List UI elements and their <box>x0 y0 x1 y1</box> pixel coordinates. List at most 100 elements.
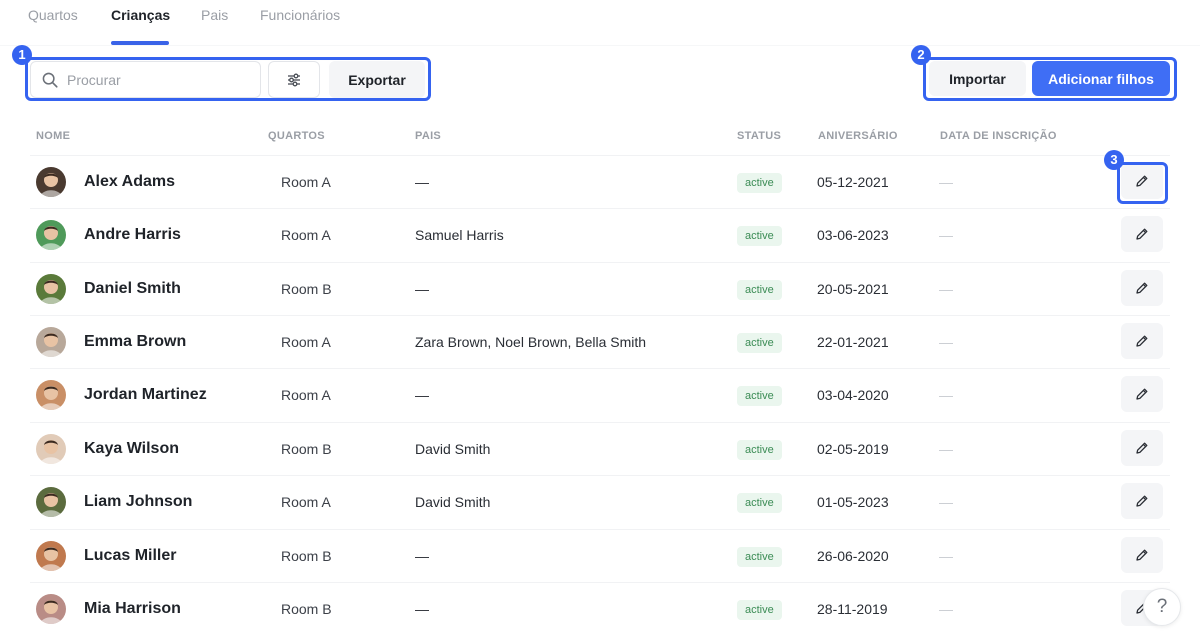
row-divider <box>30 315 1170 316</box>
column-header-enrollment[interactable]: DATA DE INSCRIÇÃO <box>940 130 1057 142</box>
table-row[interactable]: Jordan Martinez Room A — active 03-04-2020 — <box>0 368 1200 421</box>
status-badge: active <box>737 440 782 460</box>
avatar <box>36 487 66 517</box>
table-row[interactable]: Alex Adams Room A — active 05-12-2021 — <box>0 155 1200 208</box>
room-cell: Room B <box>281 601 332 617</box>
column-header-status[interactable]: STATUS <box>737 130 781 142</box>
status-badge: active <box>737 386 782 406</box>
tab-quartos[interactable]: Quartos <box>28 7 78 23</box>
birthday-cell: 26-06-2020 <box>817 548 889 564</box>
row-divider <box>30 208 1170 209</box>
parents-cell: — <box>415 281 429 297</box>
room-cell: Room A <box>281 387 331 403</box>
birthday-cell: 02-05-2019 <box>817 441 889 457</box>
child-name: Liam Johnson <box>84 493 193 510</box>
import-button[interactable]: Importar <box>929 61 1026 96</box>
annotation-badge-3: 3 <box>1104 150 1124 170</box>
enrollment-date-cell: — <box>939 281 953 297</box>
column-header-parents[interactable]: PAIS <box>415 130 441 142</box>
parents-cell: — <box>415 601 429 617</box>
edit-button[interactable] <box>1121 430 1163 466</box>
avatar <box>36 541 66 571</box>
tab-bar: Quartos Crianças Pais Funcionários <box>0 0 1200 46</box>
status-badge: active <box>737 280 782 300</box>
edit-button[interactable] <box>1121 376 1163 412</box>
pencil-icon <box>1136 335 1148 347</box>
edit-button[interactable] <box>1121 270 1163 306</box>
enrollment-date-cell: — <box>939 174 953 190</box>
row-divider <box>30 582 1170 583</box>
child-name: Jordan Martinez <box>84 386 207 403</box>
add-children-button[interactable]: Adicionar filhos <box>1032 61 1170 96</box>
table-row[interactable]: Lucas Miller Room B — active 26-06-2020 — <box>0 529 1200 582</box>
enrollment-date-cell: — <box>939 548 953 564</box>
row-divider <box>30 422 1170 423</box>
child-name: Emma Brown <box>84 333 187 350</box>
child-name: Daniel Smith <box>84 280 181 297</box>
edit-button[interactable] <box>1121 216 1163 252</box>
enrollment-date-cell: — <box>939 334 953 350</box>
column-header-rooms[interactable]: QUARTOS <box>268 130 325 142</box>
avatar <box>36 274 66 304</box>
table-row[interactable]: Daniel Smith Room B — active 20-05-2021 — <box>0 262 1200 315</box>
child-name: Alex Adams <box>84 173 175 190</box>
status-badge: active <box>737 547 782 567</box>
filter-button[interactable] <box>268 61 320 98</box>
child-name: Kaya Wilson <box>84 440 179 457</box>
tab-divider <box>0 45 1200 46</box>
parents-cell: — <box>415 548 429 564</box>
birthday-cell: 22-01-2021 <box>817 334 889 350</box>
export-button[interactable]: Exportar <box>329 61 425 98</box>
tab-funcionarios[interactable]: Funcionários <box>260 7 340 23</box>
table-row[interactable]: Kaya Wilson Room B David Smith active 02-05-… <box>0 422 1200 475</box>
search-box[interactable] <box>30 61 261 98</box>
row-divider <box>30 155 1170 156</box>
room-cell: Room B <box>281 281 332 297</box>
search-input[interactable] <box>67 62 257 97</box>
parents-cell: David Smith <box>415 494 491 510</box>
avatar <box>36 220 66 250</box>
help-button[interactable]: ? <box>1143 588 1181 626</box>
enrollment-date-cell: — <box>939 227 953 243</box>
table-row[interactable]: Liam Johnson Room A David Smith active 01-05… <box>0 475 1200 528</box>
birthday-cell: 01-05-2023 <box>817 494 889 510</box>
child-name: Andre Harris <box>84 226 181 243</box>
enrollment-date-cell: — <box>939 441 953 457</box>
parents-cell: David Smith <box>415 441 491 457</box>
room-cell: Room A <box>281 174 331 190</box>
edit-button[interactable] <box>1121 537 1163 573</box>
birthday-cell: 05-12-2021 <box>817 174 889 190</box>
avatar <box>36 167 66 197</box>
birthday-cell: 03-06-2023 <box>817 227 889 243</box>
pencil-icon <box>1136 442 1148 454</box>
row-divider <box>30 475 1170 476</box>
column-header-birthday[interactable]: ANIVERSÁRIO <box>818 130 898 142</box>
row-divider <box>30 368 1170 369</box>
child-name: Mia Harrison <box>84 600 181 617</box>
column-header-name[interactable]: NOME <box>36 130 70 142</box>
avatar <box>36 327 66 357</box>
pencil-icon <box>1136 549 1148 561</box>
avatar <box>36 594 66 624</box>
edit-button[interactable] <box>1121 323 1163 359</box>
birthday-cell: 20-05-2021 <box>817 281 889 297</box>
edit-button[interactable] <box>1121 483 1163 519</box>
child-name: Lucas Miller <box>84 547 177 564</box>
birthday-cell: 28-11-2019 <box>817 601 888 617</box>
annotation-badge-2: 2 <box>911 45 931 65</box>
table-row[interactable]: Mia Harrison Room B — active 28-11-2019 — <box>0 582 1200 635</box>
table-row[interactable]: Emma Brown Room A Zara Brown, Noel Brown, … <box>0 315 1200 368</box>
row-divider <box>30 262 1170 263</box>
sliders-icon <box>288 73 300 86</box>
parents-cell: — <box>415 174 429 190</box>
status-badge: active <box>737 173 782 193</box>
tab-criancas[interactable]: Crianças <box>111 7 170 23</box>
status-badge: active <box>737 600 782 620</box>
parents-cell: Samuel Harris <box>415 227 504 243</box>
table-row[interactable]: Andre Harris Room A Samuel Harris active 03-… <box>0 208 1200 261</box>
room-cell: Room A <box>281 227 331 243</box>
tab-pais[interactable]: Pais <box>201 7 228 23</box>
parents-cell: — <box>415 387 429 403</box>
status-badge: active <box>737 493 782 513</box>
status-badge: active <box>737 226 782 246</box>
